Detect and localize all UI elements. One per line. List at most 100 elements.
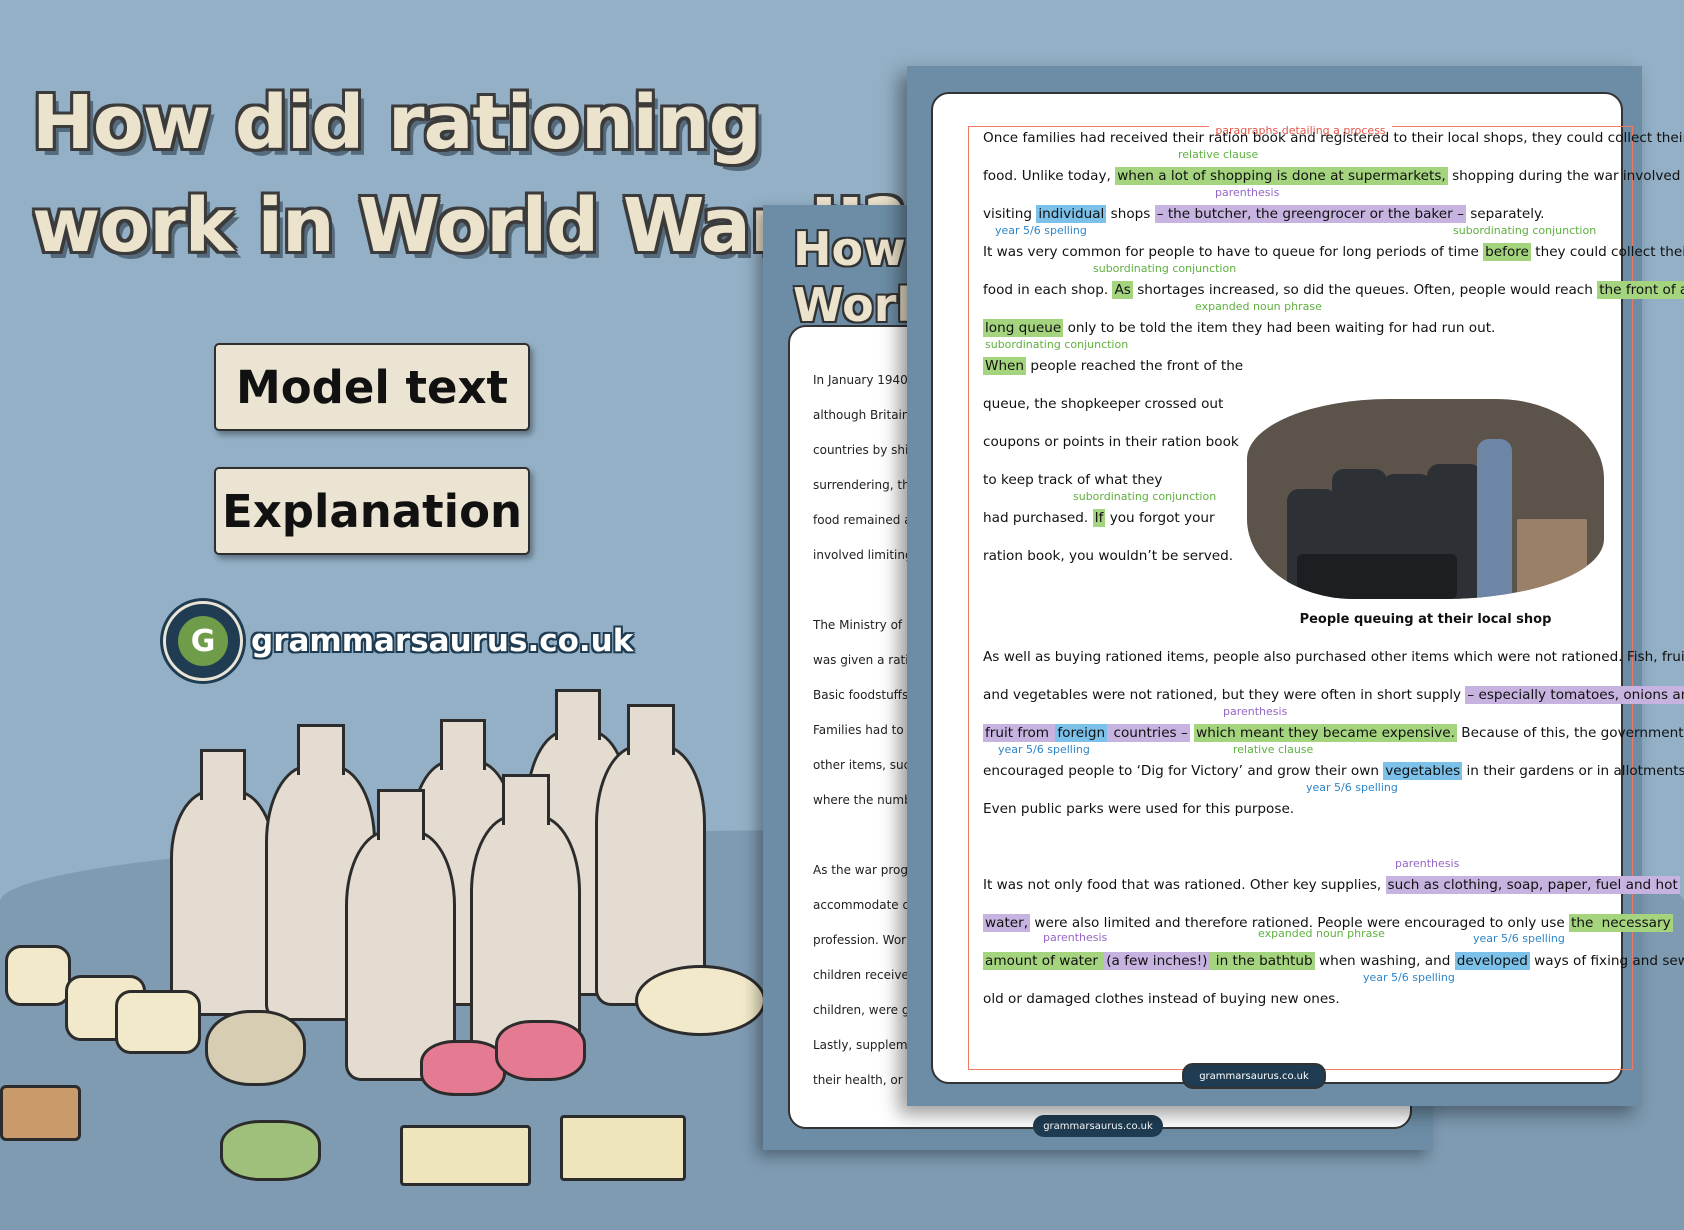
text: food in each shop. [983,282,1113,298]
text: in their gardens or in allotments. [1462,763,1684,779]
text: and vegetables were not rationed, but th… [983,687,1466,703]
p1-line: had purchased. If you forgot your [983,507,1215,529]
annotation-subordinating-conjunction: subordinating conjunction [1453,224,1597,237]
back-text-line: Families had to r [813,723,913,737]
highlight-conjunction: If [1092,509,1106,527]
text: you forgot your [1105,510,1215,526]
butter-illustration [5,945,71,1006]
back-text-line: Basic foodstuffs [813,688,909,702]
explanation-button[interactable]: Explanation [214,467,530,555]
annotation-spelling: year 5/6 spelling [995,224,1087,237]
text: food. Unlike today, [983,168,1116,184]
p1-line: long queue only to be told the item they… [983,317,1495,339]
annotation-parenthesis: parenthesis [1223,705,1288,718]
annotation-spelling: year 5/6 spelling [1363,971,1455,984]
p2-line: Even public parks were used for this pur… [983,798,1294,820]
annotation-subordinating-conjunction: subordinating conjunction [1093,262,1237,275]
back-text-line: accommodate di [813,898,914,912]
back-text-line: although Britain [813,408,910,422]
p1-line: queue, the shopkeeper crossed out [983,393,1223,415]
p1-line: It was very common for people to have to… [983,241,1684,263]
highlight-parenthesis: such as clothing, soap, paper, fuel and … [1385,876,1680,894]
coupon-illustration [560,1115,686,1181]
p2-line: and vegetables were not rationed, but th… [983,684,1684,706]
text: ration book, you wouldn’t be served. [983,548,1234,564]
chocolate-illustration [0,1085,81,1141]
text: Even public parks were used for this pur… [983,801,1295,817]
meat-illustration [495,1020,586,1081]
text: people reached the front of the [1026,358,1244,374]
highlight-noun-phrase: the front of a [1597,281,1684,299]
milk-bottle-illustration [170,790,276,1016]
butter-illustration [115,990,201,1054]
annotation-subordinating-conjunction: subordinating conjunction [985,338,1129,351]
text: encouraged people to ‘Dig for Victory’ a… [983,763,1384,779]
p1-line: ration book, you wouldn’t be served. [983,545,1233,567]
annotation-spelling: year 5/6 spelling [1306,781,1398,794]
p1-line: to keep track of what they [983,469,1162,491]
text: coupons or points in their ration book [983,434,1239,450]
text: It was not only food that was rationed. … [983,877,1386,893]
text: had purchased. [983,510,1093,526]
back-text-line: children, were giv [813,1003,920,1017]
front-footer-logo: grammarsaurus.co.uk [1182,1063,1326,1089]
back-text-line: where the numbe [813,793,920,807]
p2-line: encouraged people to ‘Dig for Victory’ a… [983,760,1684,782]
photo-caption: People queuing at their local shop [1299,612,1552,627]
highlight-conjunction: As [1112,281,1133,299]
highlight-parenthesis: countries – [1107,724,1190,742]
model-text-button[interactable]: Model text [214,343,530,431]
greens-illustration [220,1120,321,1181]
highlight-relative-clause: when a lot of shopping is done at superm… [1115,167,1448,185]
highlight-parenthesis: (a few inches!) [1104,952,1210,970]
highlight-noun-phrase: the [1569,914,1600,932]
text: Once families had received their ration … [983,130,1684,146]
highlight-spelling-noun-phrase: necessary [1599,914,1673,932]
p3-line: amount of water (a few inches!) in the b… [983,950,1684,972]
highlight-parenthesis: fruit from [983,724,1056,742]
highlight-parenthesis: – the butcher, the greengrocer or the ba… [1154,205,1466,223]
p1-line: Once families had received their ration … [983,127,1684,149]
p1-line: visiting individual shops – the butcher,… [983,203,1544,225]
highlight-parenthesis: – especially tomatoes, onions and [1465,686,1684,704]
annotation-parenthesis: parenthesis [1215,186,1280,199]
highlight-conjunction: before [1483,243,1531,261]
back-text-line: food remained av [813,513,919,527]
annotation-relative-clause: relative clause [1233,743,1314,756]
back-text-line: children received [813,968,917,982]
back-text-line: In January 1940 [813,373,908,387]
annotation-relative-clause: relative clause [1178,148,1259,161]
text: shopping during the war involved [1447,168,1681,184]
p2-line: As well as buying rationed items, people… [983,646,1684,668]
annotation-spelling: year 5/6 spelling [998,743,1090,756]
highlight-parenthesis: water, [983,914,1031,932]
annotation-spelling: year 5/6 spelling [1473,932,1565,945]
back-text-line: surrendering, the [813,478,918,492]
back-text-line: their health, or t [813,1073,912,1087]
text: It was very common for people to have to… [983,244,1484,260]
p2-line: fruit from foreign countries – which mea… [983,722,1684,744]
text: old or damaged clothes instead of buying… [983,991,1340,1007]
grammarsaurus-logo[interactable]: G grammarsaurus.co.uk [163,601,633,681]
text: they could collect their [1530,244,1684,260]
coupon-illustration [400,1125,531,1186]
annotation-parenthesis: parenthesis [1395,857,1460,870]
highlight-spelling: vegetables [1383,762,1463,780]
plate-illustration [635,965,766,1036]
back-text-line: countries by ship [813,443,916,457]
annotation-noun-phrase: expanded noun phrase [1258,927,1385,940]
annotation-subordinating-conjunction: subordinating conjunction [1073,490,1217,503]
highlight-spelling: individual [1036,205,1107,223]
text: ways of fixing and sewing [1534,953,1684,969]
queue-photo [1247,399,1604,599]
text: visiting [983,206,1037,222]
p1-line: When people reached the front of the [983,355,1243,377]
highlight-conjunction: When [983,357,1027,375]
back-text-line: other items, such [813,758,918,772]
p3-line: It was not only food that was rationed. … [983,874,1680,896]
text: shortages increased, so did the queues. … [1132,282,1598,298]
text: queue, the shopkeeper crossed out [983,396,1224,412]
logo-badge-icon: G [163,601,243,681]
front-page-preview[interactable]: paragraphs detailing a process Once fami… [907,66,1684,1106]
back-text-line: The Ministry of F [813,618,913,632]
